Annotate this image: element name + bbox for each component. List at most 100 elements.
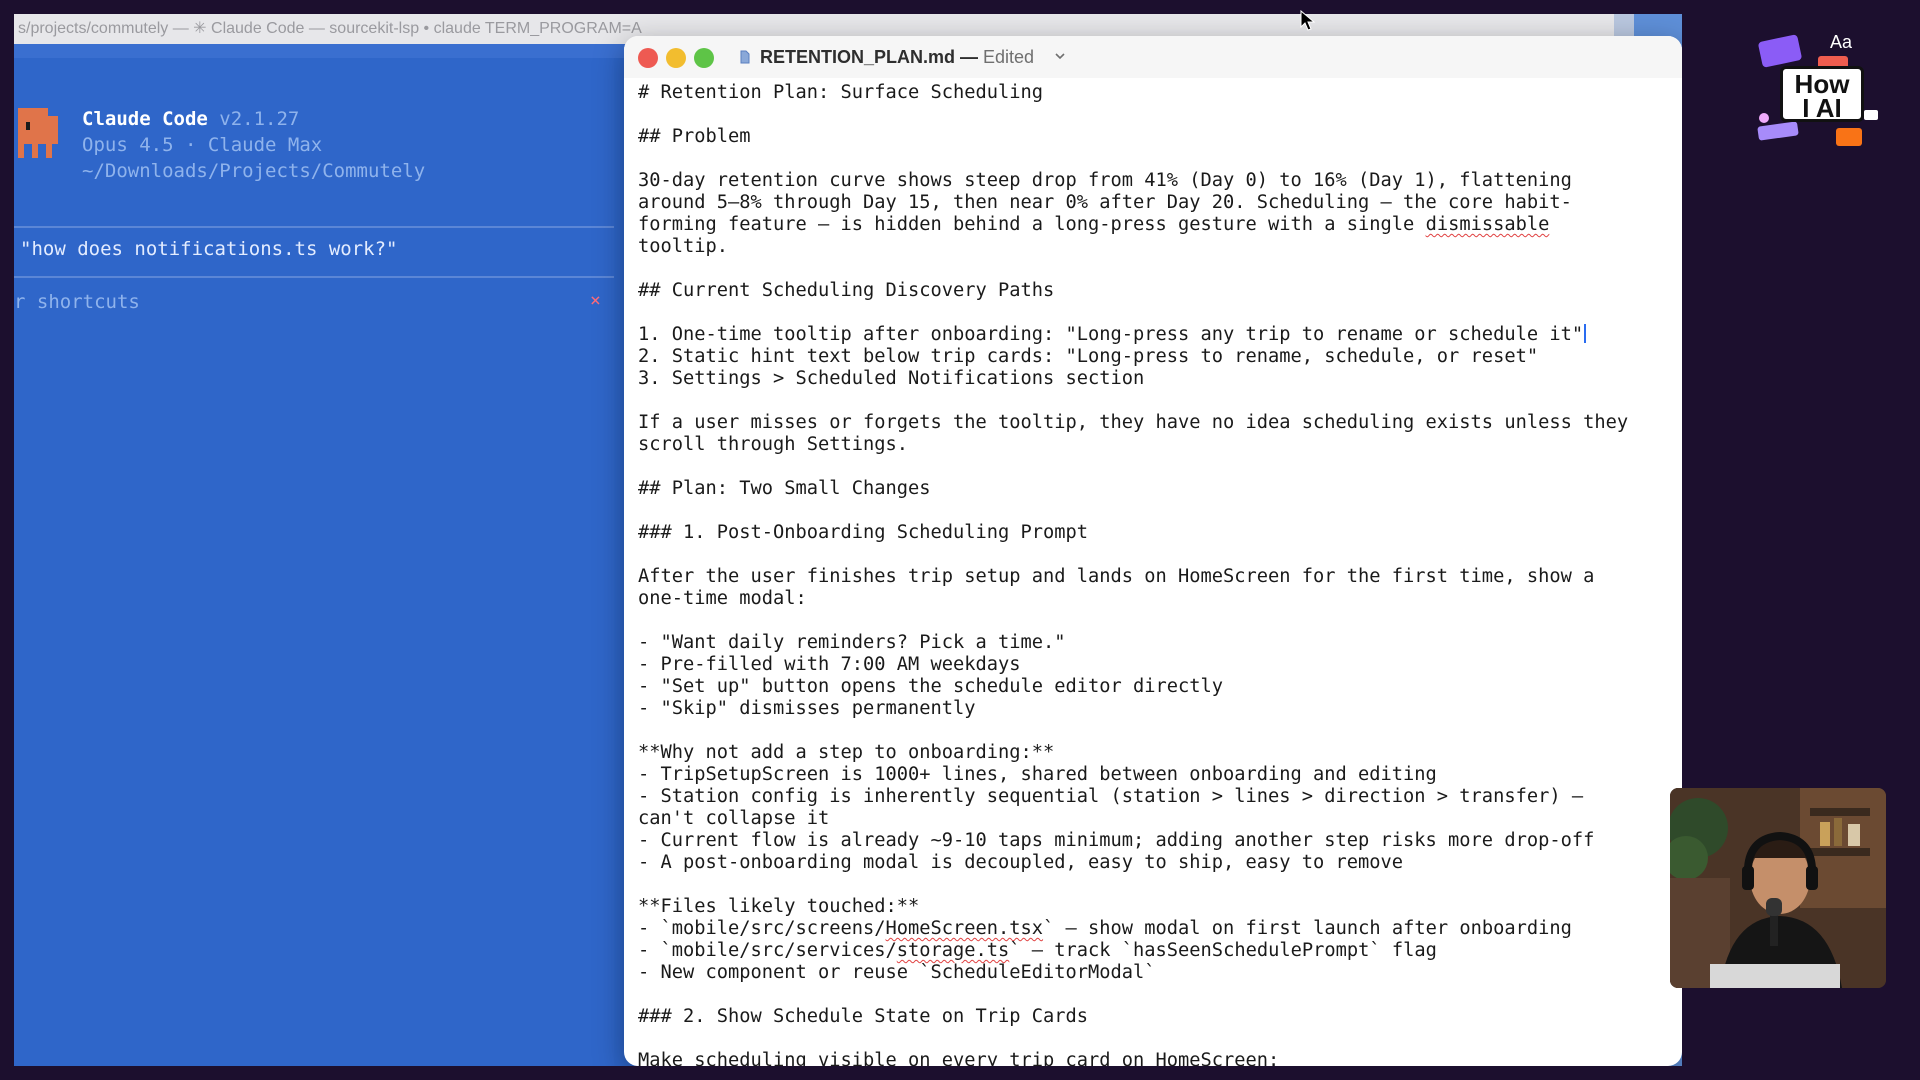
line-text: - TripSetupScreen is 1000+ lines, shared… [638, 764, 1437, 785]
line-text: - Station config is inherently sequentia… [638, 786, 1584, 807]
line-text: - Pre-filled with 7:00 AM weekdays [638, 654, 1021, 675]
working-directory: ~/Downloads/Projects/Commutely [82, 160, 426, 182]
document-line: ## Plan: Two Small Changes [638, 478, 1672, 500]
logo-wordmark: How I AI [1780, 66, 1864, 122]
document-line: 3. Settings > Scheduled Notifications se… [638, 368, 1672, 390]
document-line: around 5–8% through Day 15, then near 0%… [638, 192, 1672, 214]
chevron-down-icon[interactable] [1054, 50, 1066, 62]
close-hint-icon[interactable]: × [590, 290, 601, 311]
line-text: If a user misses or forgets the tooltip,… [638, 412, 1629, 433]
line-text: ## Problem [638, 126, 751, 147]
document-line: - `mobile/src/screens/HomeScreen.tsx` — … [638, 918, 1672, 940]
document-line: - "Want daily reminders? Pick a time." [638, 632, 1672, 654]
shortcuts-hint: r shortcuts [14, 291, 140, 313]
document-line: tooltip. [638, 236, 1672, 258]
prompt-input[interactable]: "how does notifications.ts work?" [20, 238, 398, 260]
line-text: around 5–8% through Day 15, then near 0%… [638, 192, 1572, 213]
filename: RETENTION_PLAN.md [760, 47, 956, 67]
line-text: 30-day retention curve shows steep drop … [638, 170, 1572, 191]
document-title[interactable]: RETENTION_PLAN.md — Edited [760, 47, 1034, 68]
line-text: one-time modal: [638, 588, 807, 609]
line-text: 1. One-time tooltip after onboarding: "L… [638, 324, 1584, 345]
line-text: - Current flow is already ~9-10 taps min… [638, 830, 1595, 851]
line-text: can't collapse it [638, 808, 830, 829]
document-line: scroll through Settings. [638, 434, 1672, 456]
document-line: - Station config is inherently sequentia… [638, 786, 1672, 808]
document-line: - TripSetupScreen is 1000+ lines, shared… [638, 764, 1672, 786]
document-line: **Files likely touched:** [638, 896, 1672, 918]
line-text: **Why not add a step to onboarding:** [638, 742, 1055, 763]
app-name: Claude Code [82, 108, 208, 130]
line-text: 2. Static hint text below trip cards: "L… [638, 346, 1539, 367]
document-line: ### 2. Show Schedule State on Trip Cards [638, 1006, 1672, 1028]
line-text: ## Current Scheduling Discovery Paths [638, 280, 1055, 301]
spellcheck-word: dismissable [1425, 214, 1550, 235]
divider [14, 226, 614, 228]
line-text: - `mobile/src/services/ [638, 940, 897, 961]
line-text: Make scheduling visible on every trip ca… [638, 1050, 1280, 1066]
document-line: 30-day retention curve shows steep drop … [638, 170, 1672, 192]
line-text: ` — show modal on first launch after onb… [1043, 918, 1572, 939]
document-line: **Why not add a step to onboarding:** [638, 742, 1672, 764]
document-line: - "Skip" dismisses permanently [638, 698, 1672, 720]
document-line: 2. Static hint text below trip cards: "L… [638, 346, 1672, 368]
line-text: - `mobile/src/screens/ [638, 918, 886, 939]
document-line: can't collapse it [638, 808, 1672, 830]
document-line: Make scheduling visible on every trip ca… [638, 1050, 1672, 1066]
mouse-cursor-icon [1300, 10, 1316, 31]
document-line: forming feature — is hidden behind a lon… [638, 214, 1672, 236]
document-icon [740, 50, 750, 64]
line-text: tooltip. [638, 236, 729, 257]
close-button[interactable] [638, 48, 658, 68]
screen-share: s/projects/commutely — ✳ Claude Code — s… [14, 14, 1682, 1066]
line-text: 3. Settings > Scheduled Notifications se… [638, 368, 1145, 389]
document-line: - Current flow is already ~9-10 taps min… [638, 830, 1672, 852]
app-version: v2.1.27 [219, 108, 300, 130]
document-line: ### 1. Post-Onboarding Scheduling Prompt [638, 522, 1672, 544]
editor-window[interactable]: RETENTION_PLAN.md — Edited # Retention P… [624, 36, 1682, 1066]
document-line: - `mobile/src/services/storage.ts` — tra… [638, 940, 1672, 962]
line-text: ## Plan: Two Small Changes [638, 478, 931, 499]
document-text-area[interactable]: # Retention Plan: Surface Scheduling ## P… [638, 82, 1672, 1066]
model-info: Opus 4.5 · Claude Max [82, 134, 323, 156]
maximize-button[interactable] [694, 48, 714, 68]
webcam-feed [1670, 788, 1886, 988]
claude-mascot-icon [18, 108, 58, 158]
terminal-window[interactable]: Claude Code v2.1.27 Opus 4.5 · Claude Ma… [14, 58, 614, 1066]
divider [14, 276, 614, 278]
line-text: - "Skip" dismisses permanently [638, 698, 976, 719]
text-caret [1584, 324, 1587, 343]
document-line: 1. One-time tooltip after onboarding: "L… [638, 324, 1672, 346]
app-title: Claude Code v2.1.27 [82, 108, 299, 130]
document-line: - A post-onboarding modal is decoupled, … [638, 852, 1672, 874]
line-text: - New component or reuse `ScheduleEditor… [638, 962, 1156, 983]
minimize-button[interactable] [666, 48, 686, 68]
document-line: ## Problem [638, 126, 1672, 148]
document-line: After the user finishes trip setup and l… [638, 566, 1672, 588]
line-text: - "Set up" button opens the schedule edi… [638, 676, 1224, 697]
title-separator: — [955, 47, 984, 67]
line-text: scroll through Settings. [638, 434, 909, 455]
line-text: ### 1. Post-Onboarding Scheduling Prompt [638, 522, 1089, 543]
line-text: - A post-onboarding modal is decoupled, … [638, 852, 1404, 873]
spellcheck-word: HomeScreen.tsx [885, 918, 1044, 939]
document-line: # Retention Plan: Surface Scheduling [638, 82, 1672, 104]
line-text: **Files likely touched:** [638, 896, 920, 917]
document-line: - "Set up" button opens the schedule edi… [638, 676, 1672, 698]
presenter-image [1670, 788, 1886, 988]
document-line: - Pre-filled with 7:00 AM weekdays [638, 654, 1672, 676]
editor-titlebar: RETENTION_PLAN.md — Edited [624, 36, 1682, 78]
line-text: After the user finishes trip setup and l… [638, 566, 1595, 587]
edit-status: Edited [983, 47, 1035, 67]
